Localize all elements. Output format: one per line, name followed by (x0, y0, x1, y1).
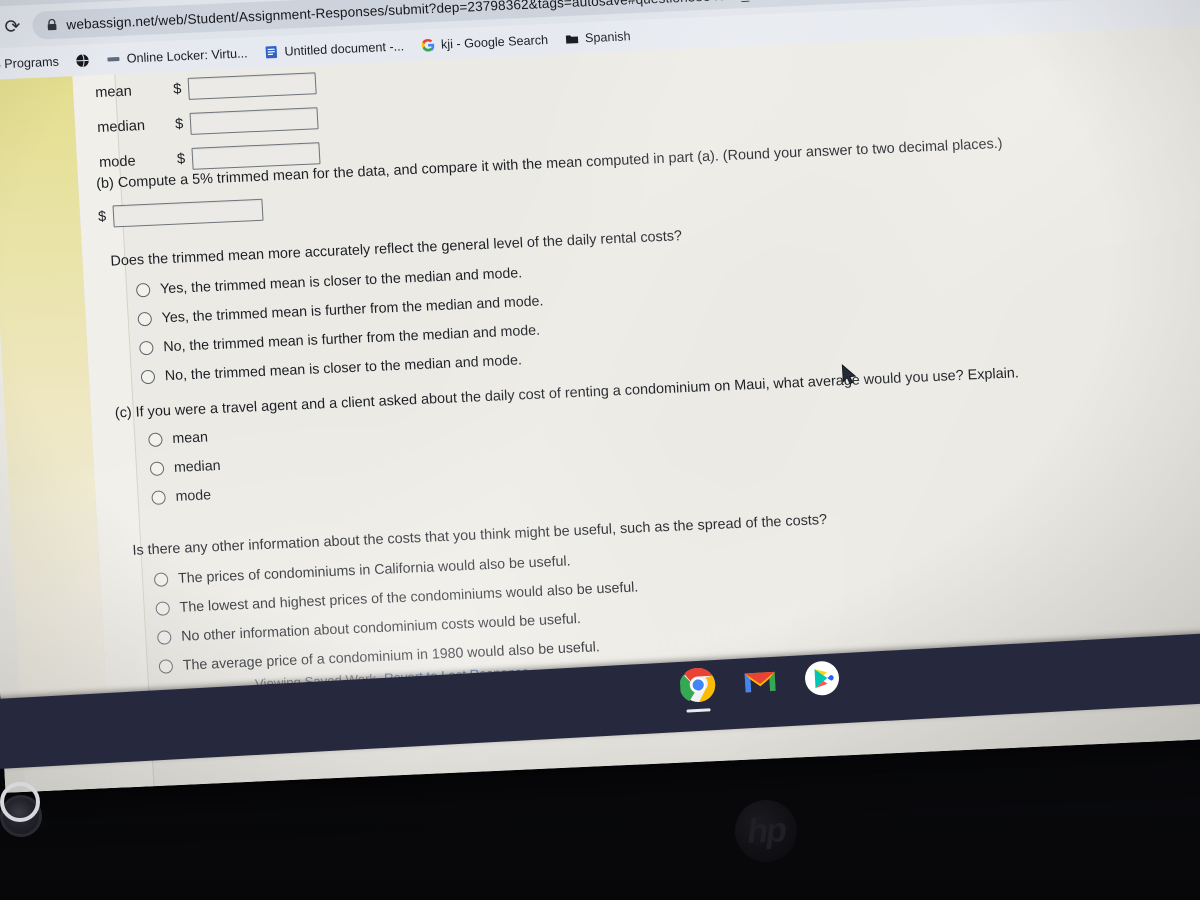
laptop-photo: Section 3.1: Measures of Central × 03.01… (0, 0, 1200, 900)
bookmark-label: Spanish (584, 28, 631, 45)
currency-symbol: $ (174, 115, 184, 133)
option-label: The prices of condominiums in California… (177, 553, 571, 588)
taskbar-icons (679, 659, 841, 704)
radio-button-icon[interactable] (140, 370, 156, 385)
google-docs-icon (265, 45, 278, 58)
bookmark-label: Online Locker: Virtu... (126, 45, 248, 66)
radio-button-icon[interactable] (156, 630, 172, 646)
row-label-median: median (96, 117, 146, 136)
bookmark-label: SPS Programs (0, 54, 60, 72)
trimmed-mean-input[interactable] (112, 199, 264, 228)
trimmed-mean-options: Yes, the trimmed mean is closer to the m… (135, 259, 689, 386)
option-label: Yes, the trimmed mean is closer to the m… (159, 265, 523, 298)
blue-bar-icon (107, 56, 120, 61)
radio-button-icon[interactable] (151, 490, 167, 506)
other-info-options: The prices of condominiums in California… (153, 542, 834, 675)
option-label: Yes, the trimmed mean is further from th… (161, 293, 544, 327)
radio-button-icon[interactable] (158, 659, 174, 675)
answer-row-mean: mean $ (95, 71, 317, 104)
reload-icon[interactable]: ⟳ (4, 16, 21, 38)
row-label-mean: mean (94, 82, 133, 101)
option-label: mean (172, 429, 209, 448)
bookmark-kji-google-search[interactable]: kji - Google Search (421, 32, 549, 52)
bookmark-globe[interactable] (75, 53, 90, 68)
option-label: median (173, 458, 221, 477)
option-label: No, the trimmed mean is closer to the me… (164, 352, 523, 385)
option-label: The lowest and highest prices of the con… (179, 579, 639, 617)
play-store-icon[interactable] (803, 659, 841, 697)
bookmark-untitled-document[interactable]: Untitled document -... (264, 39, 404, 59)
currency-symbol: $ (172, 80, 182, 98)
bookmark-online-locker[interactable]: Online Locker: Virtu... (106, 46, 248, 66)
bookmark-spanish-folder[interactable]: Spanish (565, 29, 631, 46)
radio-button-icon[interactable] (135, 283, 151, 298)
gmail-icon[interactable] (741, 663, 779, 701)
chrome-icon[interactable] (679, 666, 717, 704)
launcher-button[interactable] (0, 782, 40, 822)
chrome-active-indicator (686, 708, 711, 713)
radio-button-icon[interactable] (148, 432, 163, 448)
currency-symbol: $ (97, 209, 107, 226)
radio-button-icon[interactable] (139, 341, 154, 356)
mean-input[interactable] (187, 71, 317, 100)
folder-icon (565, 34, 579, 44)
radio-button-icon[interactable] (149, 461, 165, 477)
row-label-mode: mode (98, 152, 137, 171)
globe-icon (76, 53, 89, 67)
radio-button-icon[interactable] (153, 572, 169, 588)
bookmark-label: Untitled document -... (284, 38, 405, 59)
radio-button-icon[interactable] (137, 312, 153, 327)
option-label: No, the trimmed mean is further from the… (162, 322, 541, 356)
lock-icon (47, 18, 57, 31)
option-label: No other information about condominium c… (180, 611, 582, 646)
bookmark-label: kji - Google Search (440, 32, 549, 52)
google-g-icon (421, 38, 435, 52)
currency-symbol: $ (176, 150, 186, 168)
option-label: mode (175, 487, 212, 506)
median-input[interactable] (189, 106, 319, 135)
answer-row-median: median $ (97, 106, 319, 139)
radio-button-icon[interactable] (155, 601, 171, 617)
trimmed-mean-question: Does the trimmed mean more accurately re… (110, 227, 689, 400)
mouse-cursor-icon (841, 363, 857, 385)
bookmark-sps-programs[interactable]: SPS Programs (0, 54, 59, 72)
